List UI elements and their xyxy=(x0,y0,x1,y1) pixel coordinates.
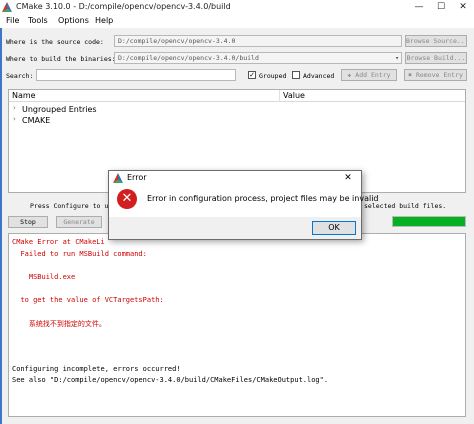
status-text-left: Press Configure to u xyxy=(30,202,109,210)
dialog-close-button[interactable]: ✕ xyxy=(335,171,361,185)
output-log[interactable]: CMake Error at CMakeLi Failed to run MSB… xyxy=(8,233,466,417)
build-label: Where to build the binaries: xyxy=(6,55,116,63)
ok-button[interactable]: OK xyxy=(312,221,356,235)
dialog-title-bar: Error ✕ xyxy=(109,171,361,185)
menu-bar: File Tools Options Help xyxy=(0,14,474,28)
output-line: Failed to run MSBuild command: xyxy=(12,249,147,258)
chevron-down-icon[interactable]: ▾ xyxy=(395,53,399,63)
remove-entry-label: Remove Entry xyxy=(415,71,463,79)
remove-icon: ✖ xyxy=(408,71,413,79)
grouped-label: Grouped xyxy=(259,72,287,80)
error-dialog: Error ✕ ✕ Error in configuration process… xyxy=(108,170,379,240)
progress-bar xyxy=(392,216,466,227)
remove-entry-button[interactable]: ✖ Remove Entry xyxy=(404,69,467,81)
advanced-label: Advanced xyxy=(303,72,335,80)
column-name-header[interactable]: Name xyxy=(12,91,36,100)
table-row[interactable]: › CMAKE xyxy=(9,115,465,126)
output-line: MSBuild.exe xyxy=(12,272,76,281)
output-line: CMake Error at CMakeLi xyxy=(12,238,105,246)
column-divider[interactable] xyxy=(279,90,280,102)
table-row[interactable]: › Ungrouped Entries xyxy=(9,104,465,115)
status-text-right: selected build files. xyxy=(364,202,447,210)
output-line: See also "D:/compile/opencv/opencv-3.4.0… xyxy=(12,376,329,384)
browse-source-button[interactable]: Browse Source... xyxy=(405,35,467,47)
chevron-right-icon[interactable]: › xyxy=(13,115,16,123)
dialog-body: ✕ Error in configuration process, projec… xyxy=(109,185,379,217)
menu-options[interactable]: Options xyxy=(58,16,89,25)
column-value-header[interactable]: Value xyxy=(283,91,305,100)
plus-icon: ✚ xyxy=(347,71,352,79)
search-label: Search: xyxy=(6,72,34,80)
dialog-message: Error in configuration process, project … xyxy=(147,194,379,203)
title-bar: CMake 3.10.0 - D:/compile/opencv/opencv-… xyxy=(0,0,474,14)
maximize-button[interactable]: ☐ xyxy=(430,0,452,14)
cmake-logo-icon xyxy=(113,173,123,183)
window-left-edge xyxy=(0,28,2,424)
output-line: Configuring incomplete, errors occurred! xyxy=(12,364,181,373)
menu-file[interactable]: File xyxy=(6,16,19,25)
output-line: to get the value of VCTargetsPath: xyxy=(12,295,164,304)
menu-tools[interactable]: Tools xyxy=(28,16,48,25)
build-path-input[interactable]: D:/compile/opencv/opencv-3.4.0/build ▾ xyxy=(114,52,402,64)
progress-fill xyxy=(393,217,465,226)
close-button[interactable]: ✕ xyxy=(452,0,474,14)
add-entry-button[interactable]: ✚ Add Entry xyxy=(341,69,397,81)
menu-help[interactable]: Help xyxy=(95,16,113,25)
stop-button[interactable]: Stop xyxy=(8,216,48,228)
error-icon: ✕ xyxy=(117,189,137,209)
window-title: CMake 3.10.0 - D:/compile/opencv/opencv-… xyxy=(16,2,231,11)
build-path-value: D:/compile/opencv/opencv-3.4.0/build xyxy=(118,54,259,62)
table-header: Name Value xyxy=(9,90,465,102)
grouped-checkbox[interactable]: ✓ xyxy=(248,71,256,79)
generate-button[interactable]: Generate xyxy=(56,216,102,228)
minimize-button[interactable]: — xyxy=(408,0,430,14)
row-label: CMAKE xyxy=(22,116,51,125)
add-entry-label: Add Entry xyxy=(355,71,391,79)
source-label: Where is the source code: xyxy=(6,38,104,46)
row-label: Ungrouped Entries xyxy=(22,105,97,114)
search-input[interactable] xyxy=(36,69,236,81)
cmake-logo-icon xyxy=(2,2,12,12)
browse-build-button[interactable]: Browse Build... xyxy=(405,52,467,64)
chevron-right-icon[interactable]: › xyxy=(13,104,16,112)
dialog-title: Error xyxy=(127,173,147,182)
output-line: 系统找不到指定的文件。 xyxy=(12,319,106,328)
advanced-checkbox[interactable] xyxy=(292,71,300,79)
source-path-input[interactable]: D:/compile/opencv/opencv-3.4.0 xyxy=(114,35,402,47)
